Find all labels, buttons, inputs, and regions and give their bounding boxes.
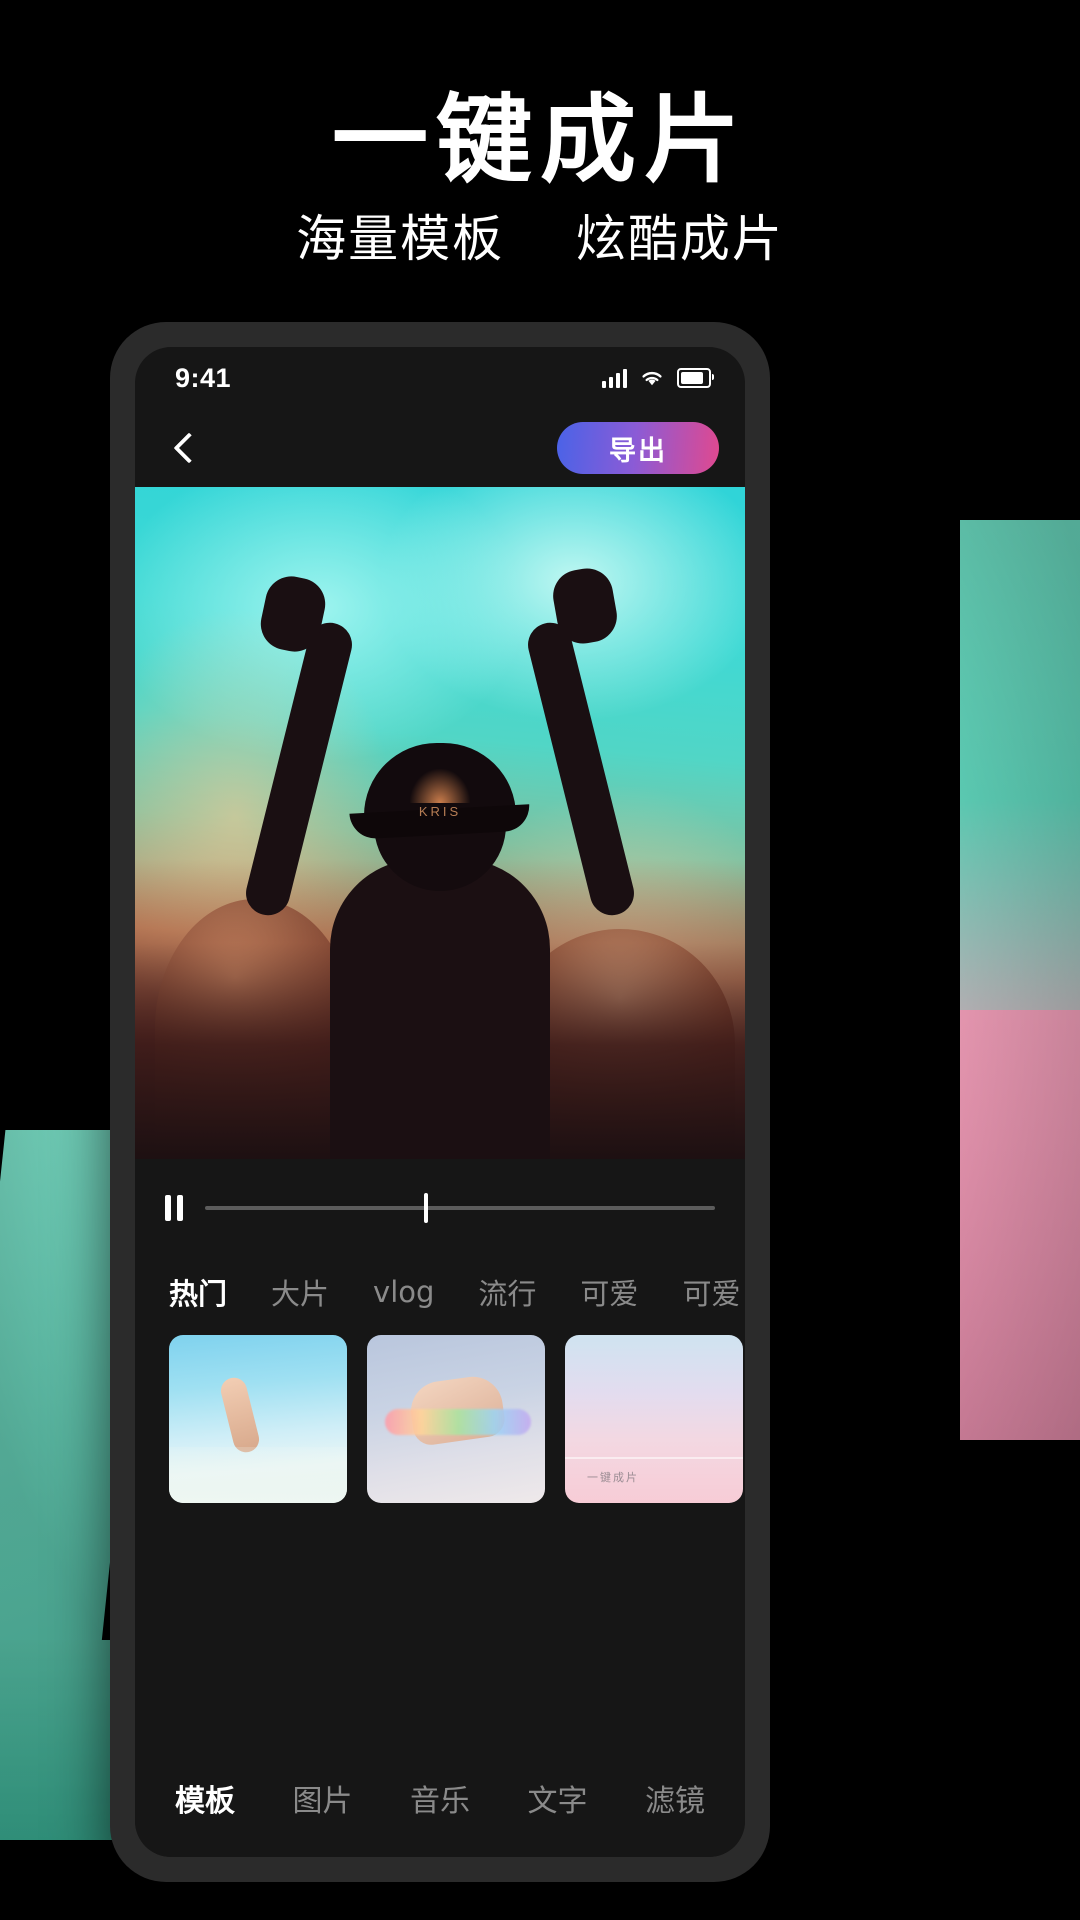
category-tabs: 热门 大片 vlog 流行 可爱 可爱	[135, 1257, 745, 1329]
template-caption: 一键成片	[587, 1472, 639, 1484]
promo-title: 一键成片	[332, 84, 748, 196]
bottom-nav-item-4[interactable]: 滤镜	[645, 1776, 705, 1820]
bottom-nav-item-1[interactable]: 图片	[293, 1776, 353, 1820]
template-carousel[interactable]: 一键成片	[135, 1329, 745, 1503]
phone-screen: 9:41 导出 KRIS 热门 大片 vlog 流行 可爱 可爱 一键成片 模板…	[135, 347, 745, 1857]
bottom-nav-item-3[interactable]: 文字	[528, 1776, 588, 1820]
progress-track[interactable]	[205, 1193, 715, 1223]
app-navbar: 导出	[135, 409, 745, 487]
promo-subtitle-left: 海量模板	[296, 210, 505, 268]
promo-stage: 一键成片 海量模板 炫酷成片 9:41 导出 KRIS 热门 大片 vlog 流…	[0, 0, 1080, 1920]
promo-subtitle-right: 炫酷成片	[575, 210, 784, 268]
category-tab-1[interactable]: 大片	[271, 1271, 329, 1313]
category-tab-0[interactable]: 热门	[169, 1271, 227, 1313]
promo-headline: 一键成片 海量模板 炫酷成片	[0, 92, 1080, 264]
cellular-signal-icon	[602, 368, 627, 388]
template-hand-shape	[218, 1374, 262, 1456]
back-button[interactable]	[163, 422, 215, 474]
rainbow-streak-icon	[385, 1409, 531, 1435]
player-bar	[135, 1159, 745, 1257]
template-card-2[interactable]: 一键成片	[565, 1335, 743, 1503]
status-icons	[602, 368, 714, 388]
cap-logo-icon	[410, 769, 470, 803]
phone-mockup: 9:41 导出 KRIS 热门 大片 vlog 流行 可爱 可爱 一键成片 模板…	[110, 322, 770, 1882]
category-tab-3[interactable]: 流行	[478, 1271, 536, 1313]
template-card-0[interactable]	[169, 1335, 347, 1503]
bottom-nav-item-0[interactable]: 模板	[175, 1776, 235, 1820]
promo-subtitle: 海量模板 炫酷成片	[0, 214, 1080, 264]
dancer-silhouette: KRIS	[241, 564, 639, 1159]
template-card-1[interactable]	[367, 1335, 545, 1503]
playhead-handle[interactable]	[424, 1193, 429, 1223]
category-tab-4[interactable]: 可爱	[580, 1271, 638, 1313]
category-tab-2[interactable]: vlog	[373, 1275, 434, 1309]
export-button[interactable]: 导出	[557, 422, 719, 474]
category-tab-5[interactable]: 可爱	[682, 1271, 740, 1313]
status-bar: 9:41	[135, 347, 745, 409]
bottom-nav: 模板 图片 音乐 文字 滤镜	[135, 1739, 745, 1857]
pause-icon[interactable]	[165, 1195, 183, 1221]
wifi-icon	[642, 371, 662, 386]
bottom-nav-item-2[interactable]: 音乐	[410, 1776, 470, 1820]
cap-brand-text: KRIS	[418, 804, 462, 819]
horizon-line	[565, 1457, 743, 1459]
battery-icon	[677, 368, 714, 388]
status-time: 9:41	[175, 362, 232, 393]
dancer-body	[330, 859, 550, 1159]
back-chevron-icon	[173, 432, 205, 464]
video-preview[interactable]: KRIS	[135, 487, 745, 1159]
